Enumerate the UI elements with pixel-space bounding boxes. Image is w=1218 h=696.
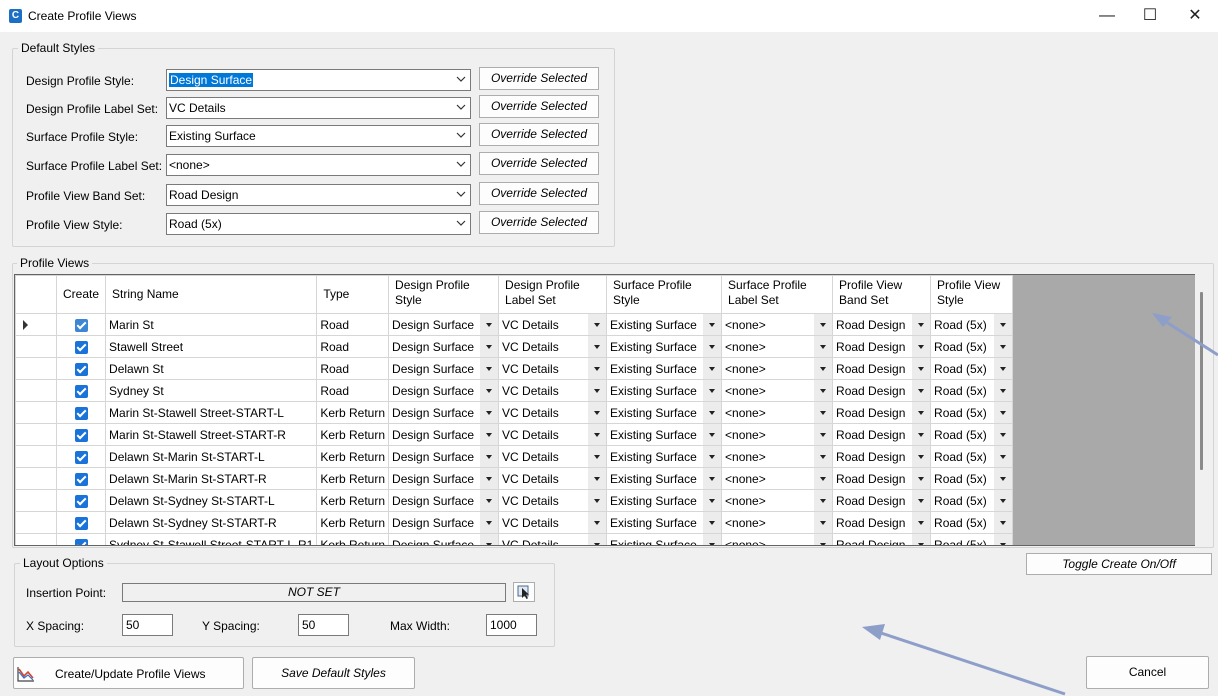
annotation-arrowhead-2: [862, 624, 885, 640]
annotation-arrows: [862, 313, 1218, 696]
annotation-arrow-2: [877, 630, 1066, 696]
annotation-arrow-1: [1159, 316, 1218, 357]
